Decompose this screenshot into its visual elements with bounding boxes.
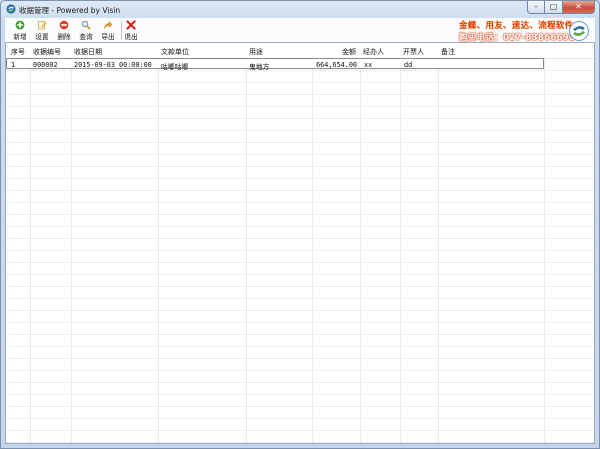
close-icon: ✕ — [575, 2, 582, 11]
maximize-icon: □ — [549, 2, 558, 11]
exit-label: 退出 — [124, 33, 138, 41]
column-header-receipt-no[interactable]: 收据编号 — [33, 47, 61, 57]
search-button[interactable]: 查询 — [76, 19, 96, 41]
maximize-button[interactable]: □ — [545, 1, 563, 14]
column-header-payer[interactable]: 文款单位 — [161, 47, 189, 57]
settings-label: 设置 — [35, 33, 49, 41]
column-header-receipt-date[interactable]: 收据日期 — [74, 47, 102, 57]
cell-payer: 咕嘟咕嘟 — [161, 63, 189, 71]
column-divider — [71, 43, 72, 443]
settings-button[interactable]: 设置 — [32, 19, 52, 41]
add-icon — [15, 20, 25, 30]
column-header-remarks[interactable]: 备注 — [441, 47, 455, 57]
column-divider — [158, 43, 159, 443]
brand-logo-icon — [569, 21, 589, 41]
column-divider — [544, 43, 545, 443]
close-button[interactable]: ✕ — [563, 1, 595, 14]
cell-purpose: 鬼地方 — [249, 63, 270, 71]
search-icon — [81, 20, 91, 30]
app-window: 收据管理 - Powered by Visin – □ ✕ 新增 设置 删除 查… — [0, 0, 600, 449]
column-divider — [30, 43, 31, 443]
table-header: 序号 收据编号 收据日期 文款单位 用途 金额 经办人 开票人 备注 — [6, 43, 594, 59]
search-label: 查询 — [79, 33, 93, 41]
column-header-handler[interactable]: 经办人 — [363, 47, 384, 57]
delete-label: 删除 — [57, 33, 71, 41]
delete-button[interactable]: 删除 — [54, 19, 74, 41]
cell-receipt-date: 2015-09-03 00:00:00 — [74, 61, 152, 69]
cell-index: 1 — [11, 61, 16, 69]
minimize-icon: – — [534, 2, 538, 11]
cell-amount: 664,654.00 — [316, 61, 357, 69]
column-divider — [312, 43, 313, 443]
table-grid — [6, 59, 594, 443]
app-logo-icon — [6, 4, 16, 14]
exit-button[interactable]: 退出 — [121, 19, 141, 41]
edit-icon — [38, 21, 47, 30]
column-header-amount[interactable]: 金额 — [312, 47, 356, 57]
title-bar[interactable]: 收据管理 - Powered by Visin – □ ✕ — [1, 1, 599, 18]
export-icon — [104, 21, 113, 29]
minimize-button[interactable]: – — [527, 1, 545, 14]
cell-issuer: dd — [404, 61, 413, 69]
cell-handler: xx — [364, 61, 373, 69]
table-row[interactable]: 1 000002 2015-09-03 00:00:00 咕嘟咕嘟 鬼地方 66… — [6, 58, 544, 71]
receipt-table[interactable]: 序号 收据编号 收据日期 文款单位 用途 金额 经办人 开票人 备注 1 000… — [5, 42, 595, 444]
export-button[interactable]: 导出 — [98, 19, 118, 41]
column-divider — [400, 43, 401, 443]
promo-products-text: 金蝶、用友、速达、流程软件 — [459, 21, 574, 31]
delete-icon — [59, 20, 69, 30]
window-title: 收据管理 - Powered by Visin — [19, 6, 121, 15]
column-divider — [246, 43, 247, 443]
column-header-index[interactable]: 序号 — [11, 47, 25, 57]
export-label: 导出 — [101, 33, 115, 41]
cell-receipt-no: 000002 — [33, 61, 58, 69]
window-controls: – □ ✕ — [527, 1, 595, 15]
column-divider — [360, 43, 361, 443]
exit-icon — [126, 20, 136, 30]
add-button[interactable]: 新增 — [10, 19, 30, 41]
column-divider — [438, 43, 439, 443]
column-header-issuer[interactable]: 开票人 — [403, 47, 424, 57]
column-header-purpose[interactable]: 用途 — [249, 47, 263, 57]
add-label: 新增 — [13, 33, 27, 41]
